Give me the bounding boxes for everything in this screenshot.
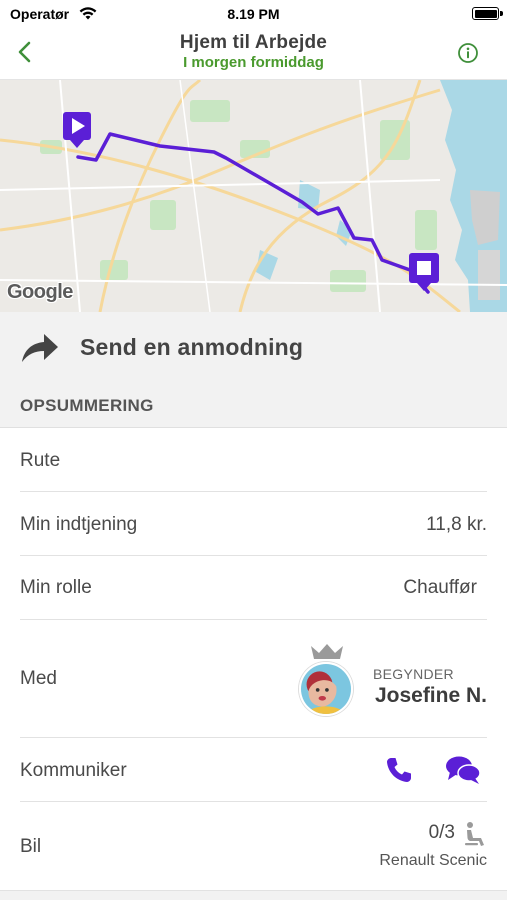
partner-label: Med <box>20 668 57 689</box>
share-arrow-icon <box>22 334 58 362</box>
earnings-row: Min indtjening 11,8 kr. <box>0 492 507 556</box>
route-row[interactable]: Rute <box>0 428 507 492</box>
page-title: Hjem til Arbejde <box>179 32 328 53</box>
role-label: Min rolle <box>20 577 92 598</box>
end-marker-icon[interactable] <box>409 253 439 291</box>
chat-bubbles-icon[interactable] <box>445 755 481 785</box>
route-map[interactable]: Google <box>0 80 507 312</box>
seat-icon <box>465 822 484 846</box>
crown-icon <box>311 644 343 659</box>
role-value: Chauffør <box>403 577 477 598</box>
send-request-button[interactable]: Send en anmodning <box>0 312 507 384</box>
status-bar: Operatør 8.19 PM <box>0 0 507 30</box>
partner-row[interactable]: Med BEGYNDER Josefine N. <box>0 620 507 738</box>
earnings-value: 11,8 kr. <box>426 514 487 535</box>
car-model: Renault Scenic <box>379 852 487 869</box>
car-label: Bil <box>20 836 42 857</box>
start-marker-icon[interactable] <box>63 112 91 148</box>
navigation-bar: Hjem til Arbejde I morgen formiddag <box>0 30 507 80</box>
google-attribution: Google <box>7 281 73 303</box>
battery-icon <box>472 7 503 20</box>
partner-level: BEGYNDER <box>373 666 454 682</box>
communicate-row: Kommuniker <box>0 738 507 802</box>
summary-header-label: OPSUMMERING <box>20 396 154 415</box>
earnings-label: Min indtjening <box>20 514 138 535</box>
role-row: Min rolle Chauffør <box>0 556 507 620</box>
route-label: Rute <box>20 450 61 471</box>
partner-name: Josefine N. <box>374 684 487 707</box>
phone-icon[interactable] <box>384 755 414 785</box>
send-request-label: Send en anmodning <box>80 334 304 360</box>
communicate-label: Kommuniker <box>20 760 127 781</box>
info-circle-icon[interactable] <box>457 42 479 64</box>
bottom-band <box>0 890 507 900</box>
page-subtitle: I morgen formiddag <box>183 54 324 71</box>
seats-value: 0/3 <box>428 822 455 843</box>
status-time: 8.19 PM <box>227 6 280 22</box>
map-canvas <box>0 80 507 312</box>
summary-section-header: OPSUMMERING <box>0 384 507 428</box>
avatar[interactable] <box>299 662 353 716</box>
car-row: Bil 0/3 Renault Scenic <box>0 802 507 890</box>
